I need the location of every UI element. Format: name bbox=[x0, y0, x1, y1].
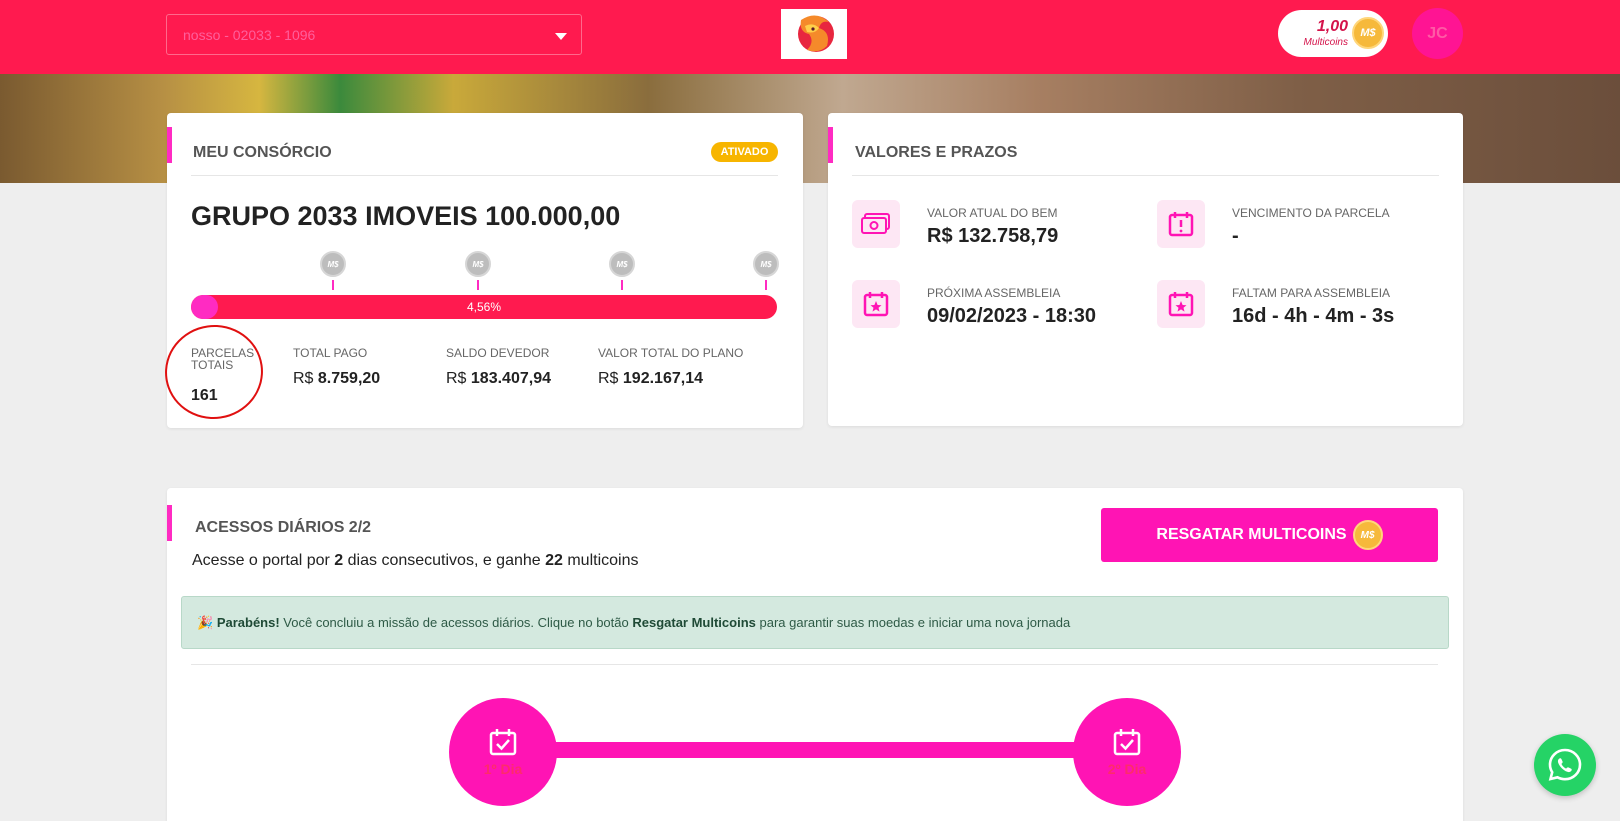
multicoins-value: 1,00 bbox=[1316, 18, 1348, 35]
milestone-tick bbox=[765, 280, 767, 290]
resgatar-multicoins-button[interactable]: RESGATAR MULTICOINS M$ bbox=[1101, 508, 1438, 562]
money-icon bbox=[852, 200, 900, 248]
subtitle-text: dias consecutivos, e ganhe bbox=[343, 552, 546, 569]
milestone-coin-icon: M$ bbox=[753, 251, 779, 277]
day-label: 1º Dia bbox=[483, 761, 523, 777]
calendar-check-icon bbox=[489, 729, 517, 756]
day-2-step: 2º Dia bbox=[1073, 698, 1181, 806]
milestone-tick bbox=[621, 280, 623, 290]
calendar-star-icon bbox=[852, 280, 900, 328]
stat-saldo-devedor: SALDO DEVEDOR R$ 183.407,94 bbox=[446, 347, 551, 388]
subtitle-days: 2 bbox=[334, 552, 344, 569]
milestone-tick bbox=[332, 280, 334, 290]
days-progress-track bbox=[547, 742, 1087, 758]
multicoin-icon: M$ bbox=[1352, 17, 1384, 49]
multicoin-icon: M$ bbox=[1352, 520, 1383, 550]
day-label: 2º Dia bbox=[1107, 761, 1147, 777]
item-value: R$ 132.758,79 bbox=[927, 225, 1059, 247]
coin-symbol: M$ bbox=[1360, 529, 1375, 541]
stat-value: R$ 192.167,14 bbox=[598, 370, 743, 388]
section-divider bbox=[191, 664, 1438, 665]
status-badge: ATIVADO bbox=[711, 142, 778, 162]
stat-value: R$ 183.407,94 bbox=[446, 370, 551, 388]
subtitle-coins: 22 bbox=[545, 552, 563, 569]
milestone-marker: M$ bbox=[320, 251, 346, 290]
acessos-subtitle: Acesse o portal por 2 dias consecutivos,… bbox=[192, 552, 638, 570]
progress-percent: 4,56% bbox=[466, 300, 502, 314]
item-label: VALOR ATUAL DO BEM bbox=[927, 206, 1058, 220]
calendar-star-icon bbox=[1157, 280, 1205, 328]
item-value: 16d - 4h - 4m - 3s bbox=[1232, 305, 1395, 327]
milestone-marker: M$ bbox=[465, 251, 491, 290]
alert-text: para garantir suas moedas e iniciar uma … bbox=[755, 615, 1071, 630]
item-value: - bbox=[1232, 225, 1239, 247]
acessos-diarios-card: ACESSOS DIÁRIOS 2/2 Acesse o portal por … bbox=[167, 488, 1463, 821]
stat-total-pago: TOTAL PAGO R$ 8.759,20 bbox=[293, 347, 380, 388]
valores-prazos-card: VALORES E PRAZOS VALOR ATUAL DO BEM R$ 1… bbox=[828, 113, 1463, 426]
avatar-initials: JC bbox=[1427, 24, 1448, 42]
milestone-coin-label: M$ bbox=[472, 259, 484, 269]
multicoins-balance[interactable]: 1,00 Multicoins M$ bbox=[1278, 10, 1388, 57]
whatsapp-button[interactable] bbox=[1534, 734, 1596, 796]
stat-number: 8.759,20 bbox=[317, 370, 381, 387]
day-1-step: 1º Dia bbox=[449, 698, 557, 806]
stat-number: 192.167,14 bbox=[622, 370, 703, 387]
currency-prefix: R$ bbox=[293, 370, 314, 387]
item-label: VENCIMENTO DA PARCELA bbox=[1232, 206, 1390, 220]
meu-consorcio-card: MEU CONSÓRCIO ATIVADO GRUPO 2033 IMOVEIS… bbox=[158, 113, 803, 428]
card-divider bbox=[852, 175, 1439, 176]
stat-label: SALDO DEVEDOR bbox=[446, 346, 550, 360]
stat-label: VALOR TOTAL DO PLANO bbox=[598, 346, 744, 360]
success-alert: 🎉 Parabéns! Você concluiu a missão de ac… bbox=[181, 596, 1449, 649]
milestone-coin-label: M$ bbox=[616, 259, 628, 269]
milestone-marker: M$ bbox=[753, 251, 779, 290]
milestone-coin-icon: M$ bbox=[320, 251, 346, 277]
group-select-value: nosso - 02033 - 1096 bbox=[183, 27, 316, 43]
subtitle-text: Acesse o portal por bbox=[192, 552, 335, 569]
item-label: FALTAM PARA ASSEMBLEIA bbox=[1232, 286, 1391, 300]
brand-logo[interactable] bbox=[781, 9, 847, 59]
card-title: ACESSOS DIÁRIOS 2/2 bbox=[195, 519, 372, 536]
top-navbar: nosso - 02033 - 1096 1,00 Multicoins M$ … bbox=[0, 0, 1620, 74]
plan-name: GRUPO 2033 IMOVEIS 100.000,00 bbox=[191, 201, 621, 231]
card-accent-bar bbox=[167, 505, 172, 541]
milestone-marker: M$ bbox=[609, 251, 635, 290]
calendar-alert-icon bbox=[1157, 200, 1205, 248]
currency-prefix: R$ bbox=[446, 370, 467, 387]
stat-label: TOTAL PAGO bbox=[293, 346, 368, 360]
party-icon: 🎉 bbox=[197, 615, 214, 630]
whatsapp-icon bbox=[1548, 748, 1582, 781]
group-select[interactable]: nosso - 02033 - 1096 bbox=[166, 14, 582, 55]
lion-logo-icon bbox=[798, 15, 834, 52]
card-divider bbox=[191, 175, 778, 176]
calendar-check-icon bbox=[1113, 729, 1141, 756]
alert-strong: Resgatar Multicoins bbox=[632, 615, 756, 630]
red-circle-annotation bbox=[158, 318, 270, 426]
plan-progress-bar: 4,56% bbox=[191, 295, 777, 319]
button-label: RESGATAR MULTICOINS bbox=[1156, 526, 1347, 543]
stat-value: R$ 8.759,20 bbox=[293, 370, 380, 388]
item-value: 09/02/2023 - 18:30 bbox=[927, 305, 1097, 327]
chevron-down-icon bbox=[555, 33, 567, 40]
user-avatar[interactable]: JC bbox=[1412, 8, 1463, 59]
alert-text: Você concluiu a missão de acessos diário… bbox=[279, 615, 633, 630]
card-accent-bar bbox=[828, 127, 833, 163]
milestone-coin-icon: M$ bbox=[609, 251, 635, 277]
milestone-tick bbox=[477, 280, 479, 290]
stat-number: 183.407,94 bbox=[470, 370, 551, 387]
milestone-coin-icon: M$ bbox=[465, 251, 491, 277]
currency-prefix: R$ bbox=[598, 370, 619, 387]
multicoins-label: Multicoins bbox=[1303, 37, 1348, 48]
milestone-coin-label: M$ bbox=[327, 259, 339, 269]
subtitle-text: multicoins bbox=[562, 552, 639, 569]
alert-strong: Parabéns! bbox=[216, 615, 280, 630]
stat-valor-total-plano: VALOR TOTAL DO PLANO R$ 192.167,14 bbox=[598, 347, 743, 388]
milestone-coin-label: M$ bbox=[760, 259, 772, 269]
card-accent-bar bbox=[167, 127, 172, 163]
card-title: VALORES E PRAZOS bbox=[855, 144, 1018, 161]
card-title: MEU CONSÓRCIO bbox=[193, 144, 332, 161]
item-label: PRÓXIMA ASSEMBLEIA bbox=[927, 286, 1061, 300]
coin-symbol: M$ bbox=[1360, 27, 1376, 39]
